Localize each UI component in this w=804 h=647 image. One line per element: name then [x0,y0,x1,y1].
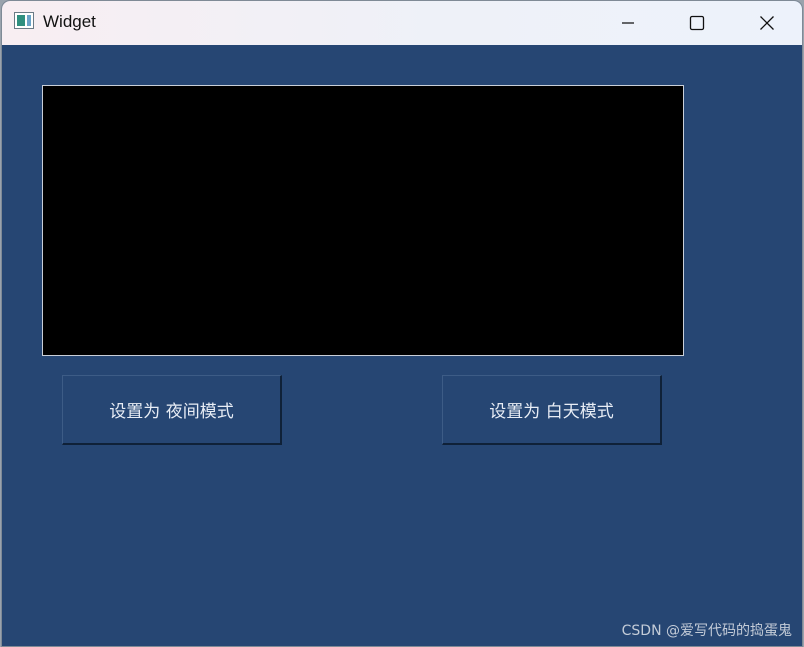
minimize-button[interactable] [605,1,651,45]
app-icon-left-pane [17,15,25,26]
title-bar[interactable]: Widget [2,1,802,45]
app-window: Widget 设置为 夜间模式 设置为 白天模式 CSDN @爱写代码的捣蛋鬼 [2,1,802,646]
close-button[interactable] [744,1,790,45]
minimize-icon [622,22,634,24]
close-icon [760,16,774,30]
watermark-text: CSDN @爱写代码的捣蛋鬼 [621,623,792,639]
set-night-mode-button[interactable]: 设置为 夜间模式 [62,375,282,445]
maximize-button[interactable] [674,1,720,45]
maximize-icon [689,15,705,31]
app-window-icon [14,12,34,29]
display-panel [42,85,684,356]
window-title: Widget [43,12,96,31]
app-icon-right-pane [27,15,31,26]
set-day-mode-button[interactable]: 设置为 白天模式 [442,375,662,445]
